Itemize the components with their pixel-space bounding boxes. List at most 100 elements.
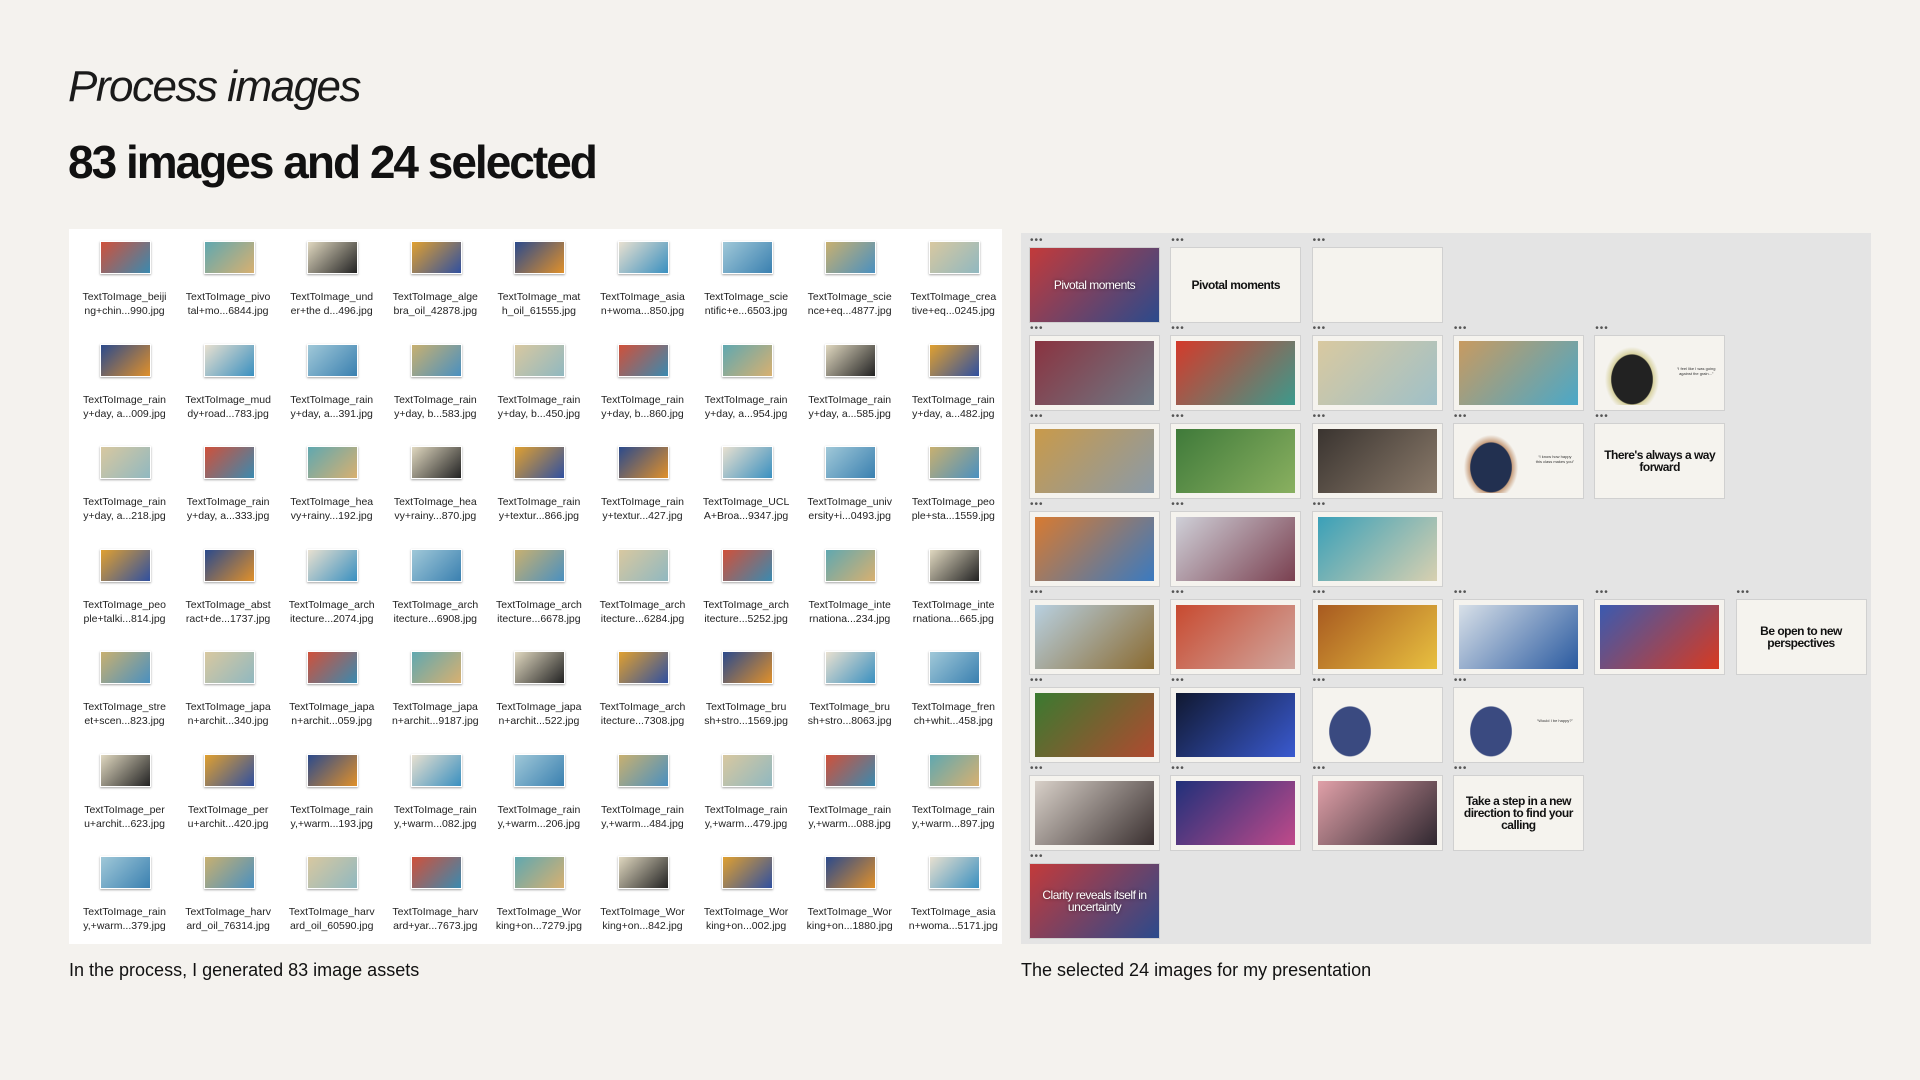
more-options-icon[interactable]: ••• (1171, 588, 1185, 598)
slide-thumbnail[interactable]: ••• (1170, 764, 1302, 857)
image-file[interactable]: TextToImage_japa n+archit...9187.jpg (384, 639, 487, 741)
image-file[interactable]: TextToImage_inte rnationa...665.jpg (902, 537, 1005, 639)
image-file[interactable]: TextToImage_rain y,+warm...082.jpg (384, 742, 487, 844)
image-file[interactable]: TextToImage_rain y+day, a...585.jpg (798, 332, 901, 434)
image-file[interactable]: TextToImage_rain y+day, b...583.jpg (384, 332, 487, 434)
more-options-icon[interactable]: ••• (1030, 236, 1044, 246)
image-file[interactable]: TextToImage_japa n+archit...059.jpg (280, 639, 383, 741)
slide-thumbnail[interactable]: ••• (1311, 324, 1443, 417)
more-options-icon[interactable]: ••• (1454, 676, 1468, 686)
more-options-icon[interactable]: ••• (1030, 764, 1044, 774)
more-options-icon[interactable]: ••• (1737, 588, 1751, 598)
slide-thumbnail[interactable]: ••• (1311, 764, 1443, 857)
image-file[interactable]: TextToImage_harv ard_oil_76314.jpg (177, 844, 280, 946)
image-file[interactable]: TextToImage_bru sh+stro...8063.jpg (798, 639, 901, 741)
image-file[interactable]: TextToImage_stre et+scen...823.jpg (73, 639, 176, 741)
image-file[interactable]: TextToImage_scie ntific+e...6503.jpg (695, 229, 798, 331)
more-options-icon[interactable]: ••• (1595, 588, 1609, 598)
image-file[interactable]: TextToImage_rain y+day, a...218.jpg (73, 434, 176, 536)
slide-thumbnail[interactable]: ••• (1311, 412, 1443, 505)
image-file[interactable]: TextToImage_pivo tal+mo...6844.jpg (177, 229, 280, 331)
image-file[interactable]: TextToImage_rain y,+warm...206.jpg (487, 742, 590, 844)
image-file[interactable]: TextToImage_rain y,+warm...379.jpg (73, 844, 176, 946)
image-file[interactable]: TextToImage_rain y+day, a...391.jpg (280, 332, 383, 434)
more-options-icon[interactable]: ••• (1313, 236, 1327, 246)
image-file[interactable]: TextToImage_japa n+archit...340.jpg (177, 639, 280, 741)
image-file[interactable]: TextToImage_mat h_oil_61555.jpg (487, 229, 590, 331)
more-options-icon[interactable]: ••• (1171, 500, 1185, 510)
image-file[interactable]: TextToImage_crea tive+eq...0245.jpg (902, 229, 1005, 331)
image-file[interactable]: TextToImage_rain y,+warm...897.jpg (902, 742, 1005, 844)
more-options-icon[interactable]: ••• (1171, 676, 1185, 686)
more-options-icon[interactable]: ••• (1595, 412, 1609, 422)
image-file[interactable]: TextToImage_harv ard_oil_60590.jpg (280, 844, 383, 946)
slide-thumbnail[interactable]: ••• (1311, 676, 1443, 769)
slide-thumbnail[interactable]: ••• There's always a way forward (1594, 412, 1726, 505)
image-file[interactable]: TextToImage_mud dy+road...783.jpg (177, 332, 280, 434)
image-file[interactable]: TextToImage_rain y+day, b...860.jpg (591, 332, 694, 434)
slide-thumbnail[interactable]: ••• (1029, 764, 1160, 857)
image-file[interactable]: TextToImage_harv ard+yar...7673.jpg (384, 844, 487, 946)
slide-thumbnail[interactable]: ••• (1594, 588, 1726, 681)
image-file[interactable]: TextToImage_rain y,+warm...484.jpg (591, 742, 694, 844)
image-file[interactable]: TextToImage_rain y+day, a...482.jpg (902, 332, 1005, 434)
image-file[interactable]: TextToImage_rain y+day, a...009.jpg (73, 332, 176, 434)
slide-thumbnail[interactable]: ••• (1029, 588, 1160, 681)
image-file[interactable]: TextToImage_Wor king+on...7279.jpg (487, 844, 590, 946)
slide-thumbnail[interactable]: ••• Clarity reveals itself in uncertainty (1029, 852, 1160, 945)
image-file[interactable]: TextToImage_hea vy+rainy...192.jpg (280, 434, 383, 536)
image-file[interactable]: TextToImage_arch itecture...6908.jpg (384, 537, 487, 639)
slide-thumbnail[interactable]: ••• (1170, 500, 1302, 593)
image-file[interactable]: TextToImage_arch itecture...6678.jpg (487, 537, 590, 639)
more-options-icon[interactable]: ••• (1171, 412, 1185, 422)
more-options-icon[interactable]: ••• (1030, 676, 1044, 686)
slide-thumbnail[interactable]: ••• Be open to new perspectives (1735, 588, 1867, 681)
more-options-icon[interactable]: ••• (1454, 764, 1468, 774)
slide-thumbnail[interactable]: ••• (1029, 412, 1160, 505)
image-file[interactable]: TextToImage_und er+the d...496.jpg (280, 229, 383, 331)
more-options-icon[interactable]: ••• (1313, 500, 1327, 510)
more-options-icon[interactable]: ••• (1313, 588, 1327, 598)
more-options-icon[interactable]: ••• (1454, 412, 1468, 422)
more-options-icon[interactable]: ••• (1595, 324, 1609, 334)
image-file[interactable]: TextToImage_arch itecture...2074.jpg (280, 537, 383, 639)
slide-thumbnail[interactable]: ••• (1452, 324, 1584, 417)
image-file[interactable]: TextToImage_inte rnationa...234.jpg (798, 537, 901, 639)
image-file[interactable]: TextToImage_rain y+textur...866.jpg (487, 434, 590, 536)
more-options-icon[interactable]: ••• (1454, 588, 1468, 598)
more-options-icon[interactable]: ••• (1030, 412, 1044, 422)
slide-thumbnail[interactable]: ••• “I feel like I was going against the … (1594, 324, 1726, 417)
more-options-icon[interactable]: ••• (1313, 412, 1327, 422)
more-options-icon[interactable]: ••• (1030, 588, 1044, 598)
image-file[interactable]: TextToImage_rain y,+warm...479.jpg (695, 742, 798, 844)
more-options-icon[interactable]: ••• (1171, 324, 1185, 334)
slide-thumbnail[interactable]: ••• (1311, 500, 1443, 593)
slide-thumbnail[interactable]: ••• Take a step in a new direction to fin… (1452, 764, 1584, 857)
slide-thumbnail[interactable]: ••• (1029, 500, 1160, 593)
more-options-icon[interactable]: ••• (1313, 676, 1327, 686)
slide-thumbnail[interactable]: ••• (1029, 324, 1160, 417)
image-file[interactable]: TextToImage_japa n+archit...522.jpg (487, 639, 590, 741)
image-file[interactable]: TextToImage_scie nce+eq...4877.jpg (798, 229, 901, 331)
image-file[interactable]: TextToImage_asia n+woma...850.jpg (591, 229, 694, 331)
image-file[interactable]: TextToImage_abst ract+de...1737.jpg (177, 537, 280, 639)
more-options-icon[interactable]: ••• (1313, 764, 1327, 774)
more-options-icon[interactable]: ••• (1030, 852, 1044, 862)
slide-thumbnail[interactable]: ••• (1170, 412, 1302, 505)
slide-thumbnail[interactable]: ••• (1170, 676, 1302, 769)
slide-thumbnail[interactable]: ••• (1311, 236, 1443, 329)
image-file[interactable]: TextToImage_Wor king+on...842.jpg (591, 844, 694, 946)
image-file[interactable]: TextToImage_per u+archit...420.jpg (177, 742, 280, 844)
image-file[interactable]: TextToImage_per u+archit...623.jpg (73, 742, 176, 844)
slide-thumbnail[interactable]: ••• “I know how happy this class makes yo… (1452, 412, 1584, 505)
image-file[interactable]: TextToImage_univ ersity+i...0493.jpg (798, 434, 901, 536)
image-file[interactable]: TextToImage_peo ple+sta...1559.jpg (902, 434, 1005, 536)
image-file[interactable]: TextToImage_rain y+textur...427.jpg (591, 434, 694, 536)
image-file[interactable]: TextToImage_rain y+day, b...450.jpg (487, 332, 590, 434)
image-file[interactable]: TextToImage_asia n+woma...5171.jpg (902, 844, 1005, 946)
more-options-icon[interactable]: ••• (1313, 324, 1327, 334)
slide-thumbnail[interactable]: ••• (1170, 588, 1302, 681)
image-file[interactable]: TextToImage_UCL A+Broa...9347.jpg (695, 434, 798, 536)
image-file[interactable]: TextToImage_arch itecture...5252.jpg (695, 537, 798, 639)
more-options-icon[interactable]: ••• (1030, 324, 1044, 334)
